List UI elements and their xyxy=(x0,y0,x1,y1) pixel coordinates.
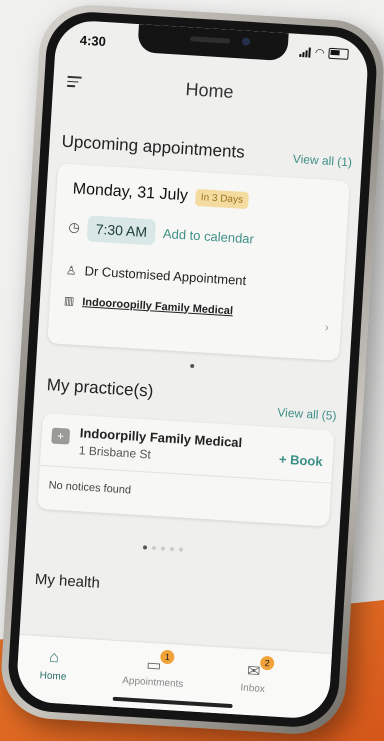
book-button[interactable]: + Book xyxy=(279,451,324,469)
relative-date-badge: In 3 Days xyxy=(195,188,249,209)
carousel-dots xyxy=(142,545,184,552)
battery-icon xyxy=(328,47,349,60)
appointment-time-row: ◷ 7:30 AM Add to calendar xyxy=(68,214,255,251)
location-link[interactable]: Indooroopilly Family Medical xyxy=(82,296,233,317)
carousel-dot xyxy=(190,363,195,369)
tab-appointments[interactable]: ▭ 1 Appointments xyxy=(113,649,195,691)
front-camera xyxy=(241,37,250,46)
chevron-right-icon[interactable]: › xyxy=(324,320,329,334)
app-bar: Home xyxy=(52,61,367,120)
tab-home[interactable]: ⌂ Home xyxy=(15,647,94,685)
practices-heading: My practice(s) xyxy=(46,375,154,401)
tab-home-label: Home xyxy=(39,670,67,683)
signal-icon xyxy=(299,46,312,58)
appointment-date: Monday, 31 July xyxy=(72,180,189,205)
home-indicator[interactable] xyxy=(112,696,233,709)
speaker-grille xyxy=(189,36,230,44)
page-title: Home xyxy=(184,79,235,102)
calendar-icon: ▭ 1 xyxy=(113,649,194,676)
medical-bag-icon: + xyxy=(51,427,71,445)
appointment-date-row: Monday, 31 July In 3 Days xyxy=(72,180,249,209)
mail-icon: ✉ 2 xyxy=(213,655,294,682)
doctor-name: Dr Customised Appointment xyxy=(84,263,247,289)
appointment-card[interactable]: Monday, 31 July In 3 Days ◷ 7:30 AM Add … xyxy=(47,163,350,361)
add-to-calendar-link[interactable]: Add to calendar xyxy=(163,225,255,246)
practice-card[interactable]: + Indoorpilly Family Medical 1 Brisbane … xyxy=(37,412,335,527)
person-icon: ♙ xyxy=(65,262,78,278)
health-heading: My health xyxy=(34,570,101,592)
wifi-icon: ◠ xyxy=(314,46,325,59)
clock-icon: ◷ xyxy=(68,219,81,235)
tab-inbox[interactable]: ✉ 2 Inbox xyxy=(212,655,294,697)
status-time: 4:30 xyxy=(79,32,107,50)
notices-text: No notices found xyxy=(48,479,132,497)
building-icon: ▥ xyxy=(63,295,75,308)
upcoming-heading: Upcoming appointments xyxy=(61,131,246,162)
system-indicators: ◠ xyxy=(299,46,349,60)
appointments-badge: 1 xyxy=(159,649,175,665)
tab-inbox-label: Inbox xyxy=(240,682,266,696)
app-screen: 4:30 ◠ Home Upcoming appointments View a… xyxy=(15,19,370,720)
location-row: ▥ Indooroopilly Family Medical xyxy=(64,294,234,317)
practice-address: 1 Brisbane St xyxy=(78,443,152,462)
home-icon: ⌂ xyxy=(48,648,60,667)
upcoming-view-all-link[interactable]: View all (1) xyxy=(292,152,352,170)
doctor-row: ♙ Dr Customised Appointment xyxy=(65,262,246,288)
inbox-badge: 2 xyxy=(259,655,275,671)
appointment-time: 7:30 AM xyxy=(86,215,156,246)
tab-appointments-label: Appointments xyxy=(121,675,184,691)
practices-view-all-link[interactable]: View all (5) xyxy=(277,405,337,423)
phone-mockup: 4:30 ◠ Home Upcoming appointments View a… xyxy=(0,2,384,737)
